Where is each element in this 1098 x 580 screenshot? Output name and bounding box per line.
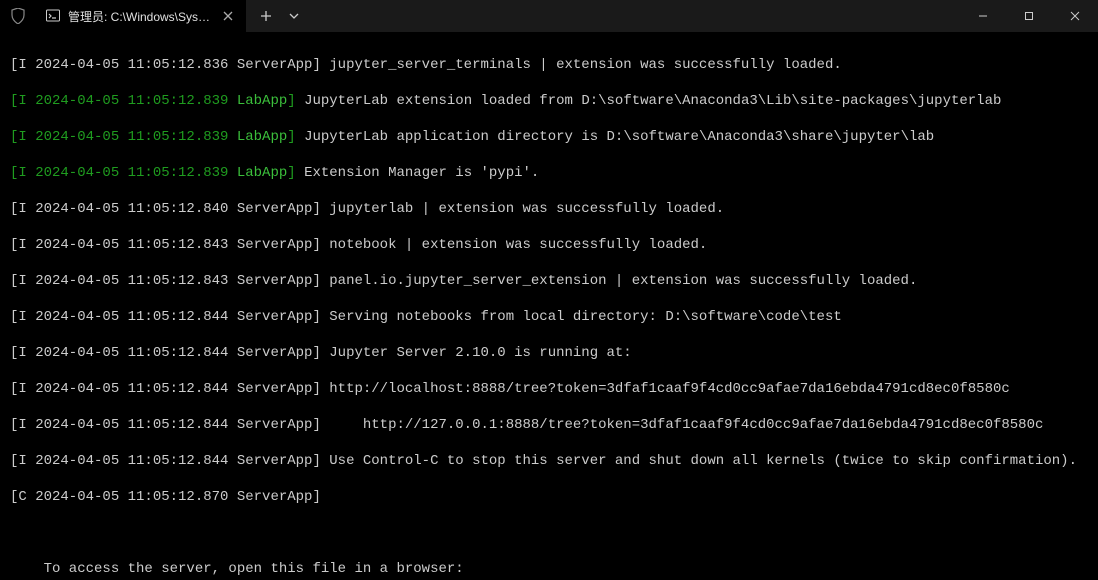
log-prefix: [I 2024-04-05 11:05:12.844 ServerApp] <box>10 309 321 325</box>
minimize-button[interactable] <box>960 0 1006 32</box>
log-text: http://localhost:8888/tree?token=3dfaf1c… <box>321 381 1010 397</box>
log-text: panel.io.jupyter_server_extension | exte… <box>321 273 918 289</box>
log-app: LabApp <box>237 129 287 145</box>
log-text: JupyterLab extension loaded from D:\soft… <box>296 93 1002 109</box>
log-prefix: [I 2024-04-05 11:05:12.844 ServerApp] <box>10 345 321 361</box>
log-app: LabApp <box>237 93 287 109</box>
log-prefix: [I 2024-04-05 11:05:12.839 <box>10 93 237 109</box>
log-text: jupyter_server_terminals | extension was… <box>321 57 842 73</box>
log-prefix: [I 2024-04-05 11:05:12.839 <box>10 165 237 181</box>
tab-title: 管理员: C:\Windows\System32 <box>68 8 212 25</box>
log-prefix: [I 2024-04-05 11:05:12.836 ServerApp] <box>10 57 321 73</box>
log-brk: ] <box>287 93 295 109</box>
log-text: Extension Manager is 'pypi'. <box>296 165 540 181</box>
log-text: Jupyter Server 2.10.0 is running at: <box>321 345 632 361</box>
log-text: http://127.0.0.1:8888/tree?token=3dfaf1c… <box>321 417 1044 433</box>
close-button[interactable] <box>1052 0 1098 32</box>
log-brk: ] <box>287 129 295 145</box>
log-text: JupyterLab application directory is D:\s… <box>296 129 935 145</box>
log-prefix: [I 2024-04-05 11:05:12.843 ServerApp] <box>10 273 321 289</box>
terminal-output[interactable]: [I 2024-04-05 11:05:12.836 ServerApp] ju… <box>0 32 1098 580</box>
maximize-button[interactable] <box>1006 0 1052 32</box>
log-text: Serving notebooks from local directory: … <box>321 309 842 325</box>
tab-close-button[interactable] <box>220 8 236 24</box>
log-text: notebook | extension was successfully lo… <box>321 237 707 253</box>
tabbar <box>246 0 960 32</box>
log-text: [C 2024-04-05 11:05:12.870 ServerApp] <box>10 489 321 505</box>
log-brk: ] <box>287 165 295 181</box>
log-app: LabApp <box>237 165 287 181</box>
tab-dropdown-button[interactable] <box>280 2 308 30</box>
log-prefix: [I 2024-04-05 11:05:12.840 ServerApp] <box>10 201 321 217</box>
log-text: Use Control-C to stop this server and sh… <box>321 453 1077 469</box>
log-prefix: [I 2024-04-05 11:05:12.839 <box>10 129 237 145</box>
tab-active[interactable]: 管理员: C:\Windows\System32 <box>36 0 246 32</box>
log-text: To access the server, open this file in … <box>10 561 464 577</box>
log-prefix: [I 2024-04-05 11:05:12.844 ServerApp] <box>10 417 321 433</box>
shield-icon <box>0 0 36 32</box>
log-prefix: [I 2024-04-05 11:05:12.844 ServerApp] <box>10 381 321 397</box>
new-tab-button[interactable] <box>252 2 280 30</box>
log-prefix: [I 2024-04-05 11:05:12.844 ServerApp] <box>10 453 321 469</box>
terminal-icon <box>46 9 60 23</box>
window-controls <box>960 0 1098 32</box>
log-text: jupyterlab | extension was successfully … <box>321 201 724 217</box>
log-prefix: [I 2024-04-05 11:05:12.843 ServerApp] <box>10 237 321 253</box>
titlebar: 管理员: C:\Windows\System32 <box>0 0 1098 32</box>
